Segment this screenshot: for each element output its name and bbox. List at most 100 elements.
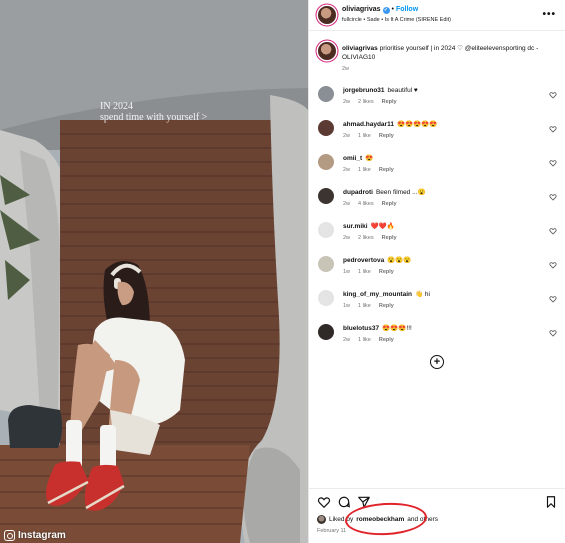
- comment-likes[interactable]: 2 likes: [358, 235, 374, 241]
- comment-heart-icon[interactable]: [549, 261, 557, 269]
- comment-username[interactable]: king_of_my_mountain: [343, 291, 412, 298]
- author-username[interactable]: oliviagrivas: [342, 6, 381, 13]
- comment-heart-icon[interactable]: [549, 91, 557, 99]
- comment-text: omii_t 😍: [343, 155, 373, 163]
- comment-heart-icon[interactable]: [549, 125, 557, 133]
- comment-body: beautiful ♥: [387, 87, 418, 94]
- comment-heart-icon[interactable]: [549, 193, 557, 201]
- liked-by-suffix[interactable]: and others: [407, 516, 438, 523]
- comment-username[interactable]: ahmad.haydar11: [343, 121, 394, 128]
- reply-button[interactable]: Reply: [382, 201, 397, 207]
- comment-time: 2w: [343, 201, 351, 207]
- comment-text: jorgebruno31 beautiful ♥: [343, 87, 418, 95]
- add-circle-icon[interactable]: +: [430, 355, 444, 369]
- audio-track[interactable]: fullcircle • Sade • Is It A Crime (SIREN…: [342, 17, 451, 23]
- comment-text: bluelotus37 😍😍😍!!!: [343, 325, 412, 333]
- commenter-avatar[interactable]: [318, 120, 334, 136]
- commenter-avatar[interactable]: [318, 154, 334, 170]
- comment-likes[interactable]: 1 like: [358, 337, 371, 343]
- overlay-line-2: spend time with yourself >: [100, 112, 208, 123]
- comment-icon[interactable]: [337, 495, 351, 509]
- instagram-watermark: Instagram: [4, 528, 66, 542]
- comment-meta: 2w 1 like Reply: [343, 337, 402, 343]
- action-bar: [308, 488, 565, 512]
- comment-list: jorgebruno31 beautiful ♥ 2w 2 likes Reply a…: [309, 84, 565, 356]
- commenter-avatar[interactable]: [318, 290, 334, 306]
- comment-row: sur.miki ❤️❤️🔥 2w 2 likes Reply: [309, 220, 565, 254]
- comment-body: 👋 hi: [414, 291, 430, 298]
- comment-likes[interactable]: 1 like: [358, 303, 371, 309]
- comment-username[interactable]: omii_t: [343, 155, 362, 162]
- comment-text: king_of_my_mountain 👋 hi: [343, 291, 430, 299]
- comment-likes[interactable]: 1 like: [358, 133, 371, 139]
- heart-icon[interactable]: [317, 495, 331, 509]
- comment-heart-icon[interactable]: [549, 295, 557, 303]
- commenter-avatar[interactable]: [318, 324, 334, 340]
- comment-row: king_of_my_mountain 👋 hi 1w 1 like Reply: [309, 288, 565, 322]
- comment-likes[interactable]: 1 like: [358, 269, 371, 275]
- caption-avatar[interactable]: [318, 42, 336, 60]
- comment-likes[interactable]: 4 likes: [358, 201, 374, 207]
- liked-by-prefix: Liked by: [329, 516, 354, 523]
- reply-button[interactable]: Reply: [382, 99, 397, 105]
- commenter-avatar[interactable]: [318, 188, 334, 204]
- comment-row: bluelotus37 😍😍😍!!! 2w 1 like Reply: [309, 322, 565, 356]
- commenter-avatar[interactable]: [318, 222, 334, 238]
- caption-text: oliviagrivas prioritise yourself | in 20…: [342, 44, 552, 62]
- author-avatar[interactable]: [318, 6, 336, 24]
- post-caption: oliviagrivas prioritise yourself | in 20…: [309, 40, 565, 76]
- overlay-line-1: IN 2024: [100, 101, 134, 112]
- post-photo[interactable]: IN 2024 spend time with yourself > Insta…: [0, 0, 308, 543]
- reply-button[interactable]: Reply: [379, 303, 394, 309]
- comment-text: dupadroti Been filmed ...😮: [343, 189, 426, 197]
- comment-time: 1w: [343, 303, 351, 309]
- reply-button[interactable]: Reply: [379, 337, 394, 343]
- comment-row: dupadroti Been filmed ...😮 2w 4 likes Reply: [309, 186, 565, 220]
- comment-meta: 2w 2 likes Reply: [343, 235, 405, 241]
- commenter-avatar[interactable]: [318, 86, 334, 102]
- comment-row: omii_t 😍 2w 1 like Reply: [309, 152, 565, 186]
- more-icon[interactable]: •••: [542, 9, 556, 20]
- comment-username[interactable]: jorgebruno31: [343, 87, 385, 94]
- comment-username[interactable]: sur.miki: [343, 223, 368, 230]
- comment-username[interactable]: bluelotus37: [343, 325, 379, 332]
- comment-body: 😍😍😍😍😍: [396, 121, 438, 128]
- comment-body: 😍: [365, 155, 374, 162]
- verified-icon: ✓: [382, 7, 390, 14]
- follow-button[interactable]: Follow: [396, 6, 418, 13]
- photo-illustration: [0, 0, 308, 543]
- comment-likes[interactable]: 1 like: [358, 167, 371, 173]
- comment-username[interactable]: dupadroti: [343, 189, 373, 196]
- comment-body: ❤️❤️🔥: [370, 223, 395, 230]
- instagram-logo-icon: [4, 529, 15, 541]
- comment-username[interactable]: pedrovertova: [343, 257, 384, 264]
- caption-username[interactable]: oliviagrivas: [342, 45, 378, 52]
- reply-button[interactable]: Reply: [379, 167, 394, 173]
- comment-heart-icon[interactable]: [549, 227, 557, 235]
- comment-meta: 2w 1 like Reply: [343, 133, 402, 139]
- bookmark-icon[interactable]: [544, 495, 558, 509]
- comment-text: pedrovertova 😮😮😮: [343, 257, 411, 265]
- comment-heart-icon[interactable]: [549, 159, 557, 167]
- watermark-text: Instagram: [18, 529, 66, 541]
- commenter-avatar[interactable]: [318, 256, 334, 272]
- reply-button[interactable]: Reply: [382, 235, 397, 241]
- liked-by: Liked by romeobeckham and others: [317, 515, 438, 524]
- share-icon[interactable]: [357, 495, 371, 509]
- comment-meta: 2w 4 likes Reply: [343, 201, 405, 207]
- reply-button[interactable]: Reply: [379, 133, 394, 139]
- liked-by-user[interactable]: romeobeckham: [356, 516, 404, 523]
- comment-body: Been filmed ...😮: [375, 189, 426, 196]
- comment-row: ahmad.haydar11 😍😍😍😍😍 2w 1 like Reply: [309, 118, 565, 152]
- comment-meta: 2w 1 like Reply: [343, 167, 402, 173]
- comment-likes[interactable]: 2 likes: [358, 99, 374, 105]
- comment-heart-icon[interactable]: [549, 329, 557, 337]
- comment-time: 2w: [343, 167, 351, 173]
- post-header: oliviagrivas ✓ • Follow fullcircle • Sade •…: [309, 0, 565, 31]
- comment-time: 2w: [343, 235, 351, 241]
- post-side-panel: oliviagrivas ✓ • Follow fullcircle • Sade •…: [308, 0, 565, 543]
- comment-meta: 1w 1 like Reply: [343, 303, 402, 309]
- reply-button[interactable]: Reply: [379, 269, 394, 275]
- comment-row: pedrovertova 😮😮😮 1w 1 like Reply: [309, 254, 565, 288]
- comment-text: sur.miki ❤️❤️🔥: [343, 223, 395, 231]
